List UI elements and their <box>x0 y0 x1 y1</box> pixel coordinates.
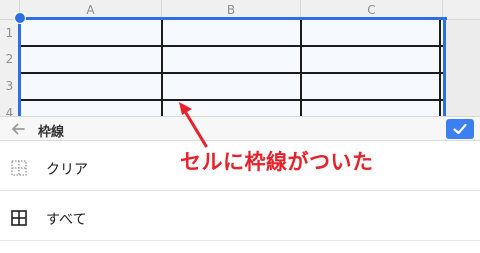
row-header-3[interactable]: 3 <box>0 73 20 100</box>
row-header-1[interactable]: 1 <box>0 20 20 46</box>
column-header-next[interactable] <box>443 0 480 20</box>
list-item-all[interactable]: すべて <box>0 191 480 241</box>
done-button[interactable] <box>446 119 474 139</box>
cell-area[interactable] <box>20 20 443 116</box>
selection-outline <box>20 17 447 20</box>
checkmark-icon <box>453 123 467 135</box>
border-none-icon <box>11 160 27 176</box>
grid-edge <box>446 20 480 116</box>
border-toolbar: 枠線 <box>0 116 480 141</box>
selection-handle[interactable] <box>14 12 26 24</box>
cell-border-line <box>300 20 302 116</box>
list-item-label: クリア <box>46 162 88 178</box>
cell-border-line <box>20 99 443 101</box>
arrow-left-icon[interactable] <box>9 120 27 138</box>
toolbar-title: 枠線 <box>38 125 65 140</box>
cell-border-line <box>439 20 441 116</box>
selection-outline <box>18 17 21 116</box>
row-header-2[interactable]: 2 <box>0 46 20 73</box>
annotation-text: セルに枠線がついた <box>180 150 374 174</box>
cell-border-line <box>20 72 443 74</box>
cell-border-line <box>20 45 443 47</box>
row-header-4[interactable]: 4 <box>0 100 20 116</box>
selection-outline <box>443 17 446 116</box>
spreadsheet-grid[interactable]: A B C 1 2 3 4 <box>0 0 480 116</box>
border-all-icon <box>11 210 27 226</box>
cell-border-line <box>161 20 163 116</box>
list-item-label: すべて <box>46 212 87 228</box>
